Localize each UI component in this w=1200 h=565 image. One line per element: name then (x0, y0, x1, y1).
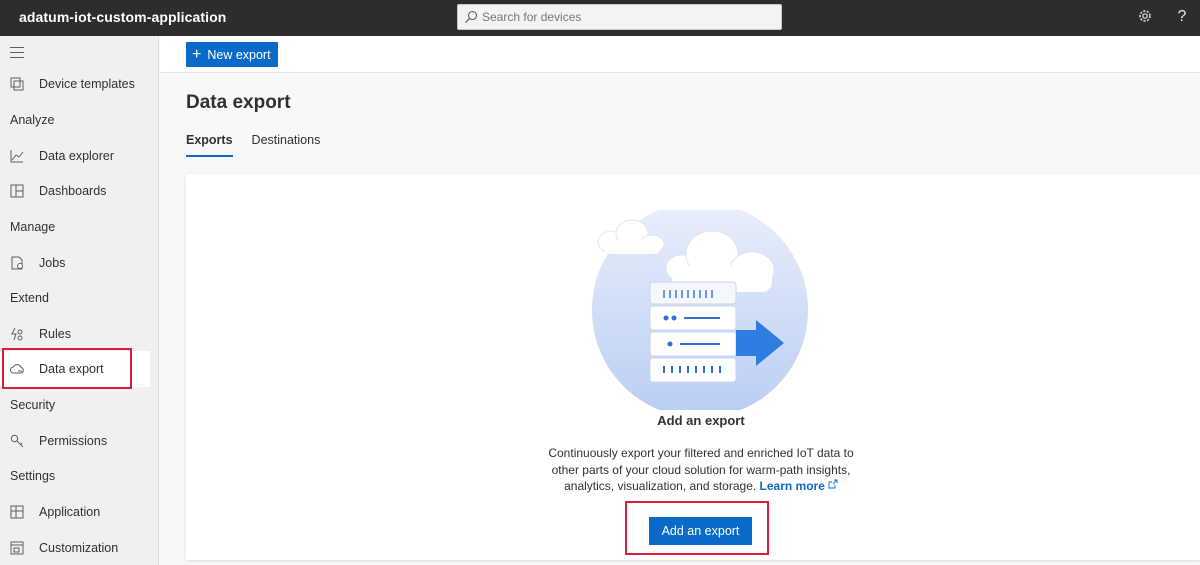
sidebar-item-label: Permissions (39, 434, 108, 448)
section-analyze: Analyze (10, 113, 55, 127)
plus-icon: + (192, 45, 202, 63)
search-box[interactable] (457, 4, 782, 30)
sidebar-item-label: Customization (39, 541, 119, 555)
sidebar-item-rules[interactable]: Rules (0, 316, 150, 352)
tab-bar: Exports Destinations (186, 132, 339, 158)
chart-line-icon (10, 149, 24, 163)
section-settings: Settings (10, 469, 56, 483)
customization-icon (10, 541, 24, 555)
sidebar-item-label: Dashboards (39, 184, 107, 198)
jobs-icon (10, 256, 24, 270)
application-icon (10, 505, 24, 519)
sidebar-item-device-templates[interactable]: Device templates (0, 66, 150, 102)
dashboard-icon (10, 184, 24, 198)
highlight-box-data-export (2, 348, 132, 389)
highlight-box-add-export (625, 501, 769, 555)
sidebar-item-label: Rules (39, 327, 71, 341)
sidebar-item-dashboards[interactable]: Dashboards (0, 173, 150, 209)
search-icon (465, 10, 478, 23)
help-icon[interactable]: ? (1173, 8, 1191, 26)
sidebar-item-label: Application (39, 505, 101, 519)
hamburger-menu-icon[interactable] (10, 47, 24, 58)
empty-state-description: Continuously export your filtered and en… (546, 445, 856, 495)
sidebar-item-application[interactable]: Application (0, 494, 150, 530)
page-title: Data export (186, 92, 291, 113)
search-input[interactable] (482, 7, 772, 27)
new-export-button[interactable]: + New export (186, 42, 278, 67)
new-export-label: New export (207, 47, 271, 62)
sidebar-item-label: Data explorer (39, 149, 115, 163)
tab-destinations[interactable]: Destinations (252, 132, 321, 158)
device-templates-icon (10, 77, 24, 91)
key-icon (10, 434, 24, 448)
gear-icon[interactable] (1136, 8, 1154, 26)
section-extend: Extend (10, 291, 49, 305)
sidebar-item-jobs[interactable]: Jobs (0, 245, 150, 281)
learn-more-link[interactable]: Learn more (760, 479, 825, 493)
app-title[interactable]: adatum-iot-custom-application (19, 9, 226, 25)
section-security: Security (10, 398, 56, 412)
tab-exports[interactable]: Exports (186, 132, 233, 158)
data-export-illustration (592, 210, 808, 410)
empty-state-title: Add an export (657, 413, 745, 428)
sidebar-item-label: Device templates (39, 77, 135, 91)
rules-icon (10, 327, 24, 341)
external-link-icon[interactable] (828, 479, 838, 489)
sidebar-item-permissions[interactable]: Permissions (0, 423, 150, 459)
sidebar-item-customization[interactable]: Customization (0, 530, 150, 565)
sidebar-item-data-explorer[interactable]: Data explorer (0, 138, 150, 174)
sidebar-item-label: Jobs (39, 256, 66, 270)
sidebar: Device templates Analyze Data explorer D… (0, 36, 159, 565)
section-manage: Manage (10, 220, 56, 234)
command-bar: + New export (160, 36, 1200, 73)
top-bar: adatum-iot-custom-application ? (0, 0, 1200, 36)
